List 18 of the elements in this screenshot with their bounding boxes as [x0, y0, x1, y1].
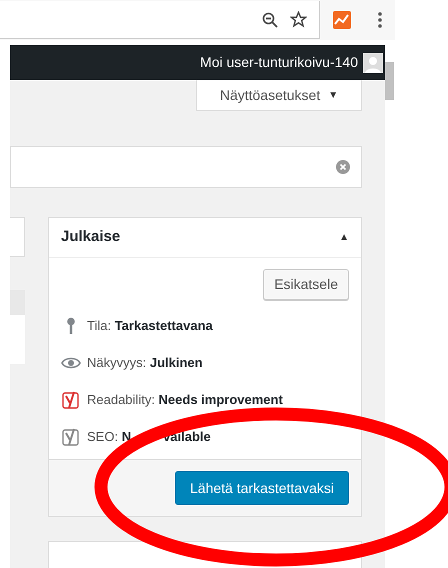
clear-icon[interactable] [336, 160, 350, 174]
zoom-out-icon[interactable] [262, 12, 278, 28]
submit-button[interactable]: Lähetä tarkastettavaksi [175, 471, 349, 505]
menu-icon[interactable] [378, 12, 382, 28]
star-icon[interactable] [290, 11, 307, 28]
status-text: Näkyvyys: Julkinen [87, 354, 203, 372]
status-text: Readability: Needs improvement [87, 390, 283, 409]
pin-icon [66, 316, 76, 334]
title-field[interactable] [10, 146, 362, 188]
status-text: Tila: Tarkastettavana [87, 316, 213, 335]
preview-button[interactable]: Esikatsele [263, 269, 349, 300]
user-greeting[interactable]: Moi user-tunturikoivu-140 [200, 52, 358, 73]
chart-icon[interactable] [333, 11, 351, 29]
collapse-toggle[interactable]: ▲ [339, 230, 349, 245]
eye-icon [61, 356, 81, 368]
avatar-icon[interactable] [363, 52, 383, 72]
panel-title: Julkaise [61, 227, 120, 248]
screen-options-tab[interactable]: Näyttöasetukset ▼ [196, 80, 362, 111]
